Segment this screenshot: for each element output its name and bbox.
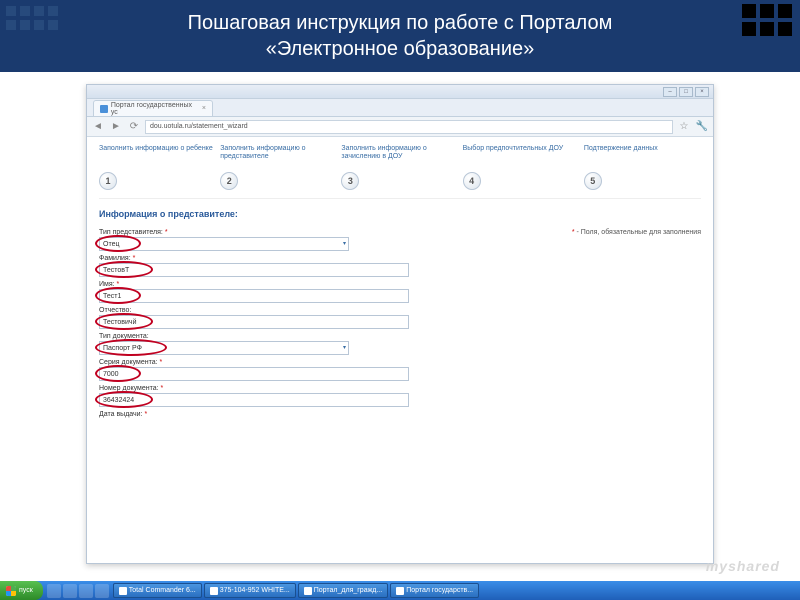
app-icon (210, 587, 218, 595)
field-representative-type: Тип представителя: * Отец ▾ (99, 229, 554, 251)
app-icon (396, 587, 404, 595)
windows-logo-icon (6, 586, 16, 596)
field-label: Дата выдачи: * (99, 411, 554, 418)
slide-title-bar: Пошаговая инструкция по работе с Портало… (0, 0, 800, 72)
document-number-input[interactable]: 36432424 (99, 393, 409, 407)
select-value: Отец (103, 241, 119, 248)
taskbar-item[interactable]: 375-104-952 WHITE... (204, 583, 296, 598)
wizard-step-label: Заполнить информацию о зачислению в ДОУ (341, 145, 458, 169)
back-icon[interactable]: ◄ (91, 120, 105, 134)
patronymic-input[interactable]: Тестовичй (99, 315, 409, 329)
app-icon (304, 587, 312, 595)
wizard-step-4[interactable]: Выбор предпочтительных ДОУ 4 (463, 145, 580, 190)
name-input[interactable]: Тест1 (99, 289, 409, 303)
slide-title-line1: Пошаговая инструкция по работе с Портало… (188, 10, 613, 36)
field-document-number: Номер документа: * 36432424 (99, 385, 554, 407)
form-area: Тип представителя: * Отец ▾ Фамилия: * Те… (99, 229, 701, 422)
input-value: Тест1 (103, 293, 121, 300)
chevron-down-icon: ▾ (343, 344, 346, 351)
wizard-step-number: 4 (463, 172, 481, 190)
input-value: 36432424 (103, 397, 134, 404)
tab-title: Портал государственных ус (111, 102, 199, 116)
document-series-input[interactable]: 7000 (99, 367, 409, 381)
browser-window: – □ × Портал государственных ус × ◄ ► ⟳ … (86, 84, 714, 564)
chevron-down-icon: ▾ (343, 240, 346, 247)
surname-input[interactable]: ТестовТ (99, 263, 409, 277)
wizard-step-number: 2 (220, 172, 238, 190)
tab-strip: Портал государственных ус × (87, 99, 713, 117)
taskbar-item[interactable]: Total Commander 6... (113, 583, 202, 598)
wizard-step-label: Выбор предпочтительных ДОУ (463, 145, 580, 169)
field-surname: Фамилия: * ТестовТ (99, 255, 554, 277)
form-fields: Тип представителя: * Отец ▾ Фамилия: * Те… (99, 229, 554, 422)
taskbar-item[interactable]: Портал государств... (390, 583, 479, 598)
wizard-step-number: 3 (341, 172, 359, 190)
bookmark-icon[interactable]: ☆ (677, 120, 691, 134)
wizard-step-number: 1 (99, 172, 117, 190)
deco-squares-right (742, 4, 792, 36)
wizard-step-number: 5 (584, 172, 602, 190)
taskbar-item[interactable]: Портал_для_гражд... (298, 583, 388, 598)
wizard-step-label: Заполнить информацию о ребенке (99, 145, 216, 169)
taskbar-item-label: 375-104-952 WHITE... (220, 587, 290, 594)
select-value: Паспорт РФ (103, 345, 142, 352)
url-bar: ◄ ► ⟳ dou.uotula.ru/statement_wizard ☆ 🔧 (87, 117, 713, 137)
start-label: пуск (19, 587, 33, 594)
forward-icon[interactable]: ► (109, 120, 123, 134)
minimize-button[interactable]: – (663, 87, 677, 97)
page-content: Заполнить информацию о ребенке 1 Заполни… (87, 137, 713, 565)
section-title: Информация о представителе: (99, 209, 701, 219)
field-label: Тип представителя: * (99, 229, 554, 236)
slide-title-line2: «Электронное образование» (188, 36, 613, 62)
app-icon (119, 587, 127, 595)
field-name: Имя: * Тест1 (99, 281, 554, 303)
quick-launch-item[interactable] (63, 584, 77, 598)
field-patronymic: Отчество: Тестовичй (99, 307, 554, 329)
field-label: Номер документа: * (99, 385, 554, 392)
field-document-series: Серия документа: * 7000 (99, 359, 554, 381)
window-controls: – □ × (87, 85, 713, 99)
wrench-icon[interactable]: 🔧 (695, 120, 709, 134)
field-label: Тип документа: (99, 333, 554, 340)
field-document-type: Тип документа: Паспорт РФ ▾ (99, 333, 554, 355)
reload-icon[interactable]: ⟳ (127, 120, 141, 134)
url-text: dou.uotula.ru/statement_wizard (150, 123, 248, 130)
browser-tab[interactable]: Портал государственных ус × (93, 100, 213, 116)
taskbar: пуск Total Commander 6... 375-104-952 WH… (0, 581, 800, 600)
field-label: Отчество: (99, 307, 554, 314)
required-hint: * - Поля, обязательные для заполнения (572, 229, 701, 422)
wizard-step-2[interactable]: Заполнить информацию о представителе 2 (220, 145, 337, 190)
field-issue-date: Дата выдачи: * (99, 411, 554, 418)
url-input[interactable]: dou.uotula.ru/statement_wizard (145, 120, 673, 134)
wizard-step-1[interactable]: Заполнить информацию о ребенке 1 (99, 145, 216, 190)
input-value: 7000 (103, 371, 119, 378)
close-button[interactable]: × (695, 87, 709, 97)
quick-launch-item[interactable] (47, 584, 61, 598)
favicon-icon (100, 105, 108, 113)
quick-launch-item[interactable] (79, 584, 93, 598)
input-value: Тестовичй (103, 319, 136, 326)
start-button[interactable]: пуск (0, 581, 43, 600)
field-label: Серия документа: * (99, 359, 554, 366)
deco-squares-left (6, 6, 58, 30)
document-type-select[interactable]: Паспорт РФ ▾ (99, 341, 349, 355)
wizard-step-label: Подтвержение данных (584, 145, 701, 169)
field-label: Имя: * (99, 281, 554, 288)
tab-close-icon[interactable]: × (202, 105, 206, 112)
field-label: Фамилия: * (99, 255, 554, 262)
slide-title: Пошаговая инструкция по работе с Портало… (188, 10, 613, 62)
watermark: myshared (706, 558, 780, 574)
taskbar-item-label: Портал_для_гражд... (314, 587, 382, 594)
wizard-step-5[interactable]: Подтвержение данных 5 (584, 145, 701, 190)
representative-type-select[interactable]: Отец ▾ (99, 237, 349, 251)
quick-launch-item[interactable] (95, 584, 109, 598)
wizard-steps: Заполнить информацию о ребенке 1 Заполни… (99, 145, 701, 199)
maximize-button[interactable]: □ (679, 87, 693, 97)
quick-launch (43, 584, 113, 598)
taskbar-item-label: Total Commander 6... (129, 587, 196, 594)
wizard-step-label: Заполнить информацию о представителе (220, 145, 337, 169)
input-value: ТестовТ (103, 267, 129, 274)
taskbar-item-label: Портал государств... (406, 587, 473, 594)
wizard-step-3[interactable]: Заполнить информацию о зачислению в ДОУ … (341, 145, 458, 190)
